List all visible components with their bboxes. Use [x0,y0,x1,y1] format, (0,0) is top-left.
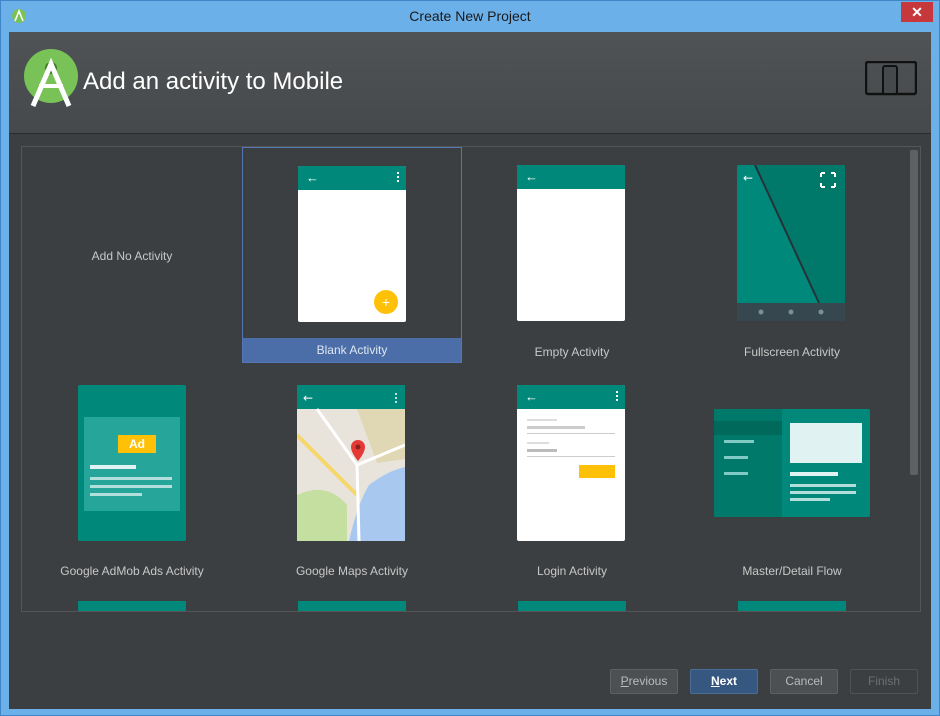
login-activity-preview: ← [517,385,625,541]
tile-label: Blank Activity [243,338,461,362]
fab-plus-icon: + [374,290,398,314]
android-studio-logo-icon [24,49,78,107]
back-arrow-icon: ← [525,169,538,184]
ad-card: Ad [84,417,180,511]
window-title: Create New Project [409,8,531,24]
vertical-scrollbar[interactable] [910,150,918,475]
tile-label: Empty Activity [534,345,610,359]
maps-activity-preview: ← [297,385,405,541]
dialog-content: Add an activity to Mobile Add No Activit… [9,32,931,709]
tile-label: Login Activity [536,564,608,578]
tile-label: Master/Detail Flow [742,564,842,578]
previous-button[interactable]: Previous [610,669,678,694]
tile-empty-activity[interactable]: ← Empty Activity [462,147,682,363]
partial-tile-preview[interactable] [78,601,186,611]
tile-admob-activity[interactable]: Ad Google AdMob Ads Activity [22,367,242,583]
header-panel: Add an activity to Mobile [9,32,931,134]
overflow-menu-icon [396,170,399,184]
svg-text:←: ← [743,171,753,185]
tile-login-activity[interactable]: ← Login Activity [462,367,682,583]
tile-add-no-activity[interactable]: Add No Activity [22,147,242,363]
admob-activity-preview: Ad [78,385,186,541]
phone-tablet-icon [865,61,917,96]
ad-badge: Ad [118,435,156,453]
partial-tile-preview[interactable] [518,601,626,611]
overflow-menu-icon [615,389,618,403]
dialog-window: Create New Project ✕ Add an activity to … [0,0,940,716]
tile-master-detail-flow[interactable]: Master/Detail Flow [682,367,902,583]
activity-gallery[interactable]: Add No Activity ← + Blank Activity ← Emp… [21,146,921,612]
tile-label: Add No Activity [91,249,173,263]
tile-label: Google AdMob Ads Activity [60,564,204,578]
cancel-button[interactable]: Cancel [770,669,838,694]
partial-tile-preview[interactable] [738,601,846,611]
finish-button[interactable]: Finish [850,669,918,694]
partial-tile-preview[interactable] [298,601,406,611]
back-arrow-icon: ← [525,389,538,404]
empty-activity-preview: ← [517,165,625,321]
back-arrow-icon: ← [306,170,319,185]
next-button[interactable]: Next [690,669,758,694]
tile-label: Google Maps Activity [295,564,409,578]
tile-blank-activity[interactable]: ← + Blank Activity [242,147,462,363]
close-button[interactable]: ✕ [901,2,933,22]
title-bar[interactable]: Create New Project ✕ [1,1,939,31]
blank-activity-preview: ← + [298,166,406,322]
master-detail-preview [714,409,870,517]
tile-maps-activity[interactable]: ← Google Maps Activity [242,367,462,583]
tile-fullscreen-activity[interactable]: ← Fullscreen Activity [682,147,902,363]
fullscreen-activity-preview: ← [737,165,845,321]
svg-text:←: ← [303,391,313,405]
page-title: Add an activity to Mobile [83,68,344,95]
tile-label: Fullscreen Activity [743,345,841,359]
